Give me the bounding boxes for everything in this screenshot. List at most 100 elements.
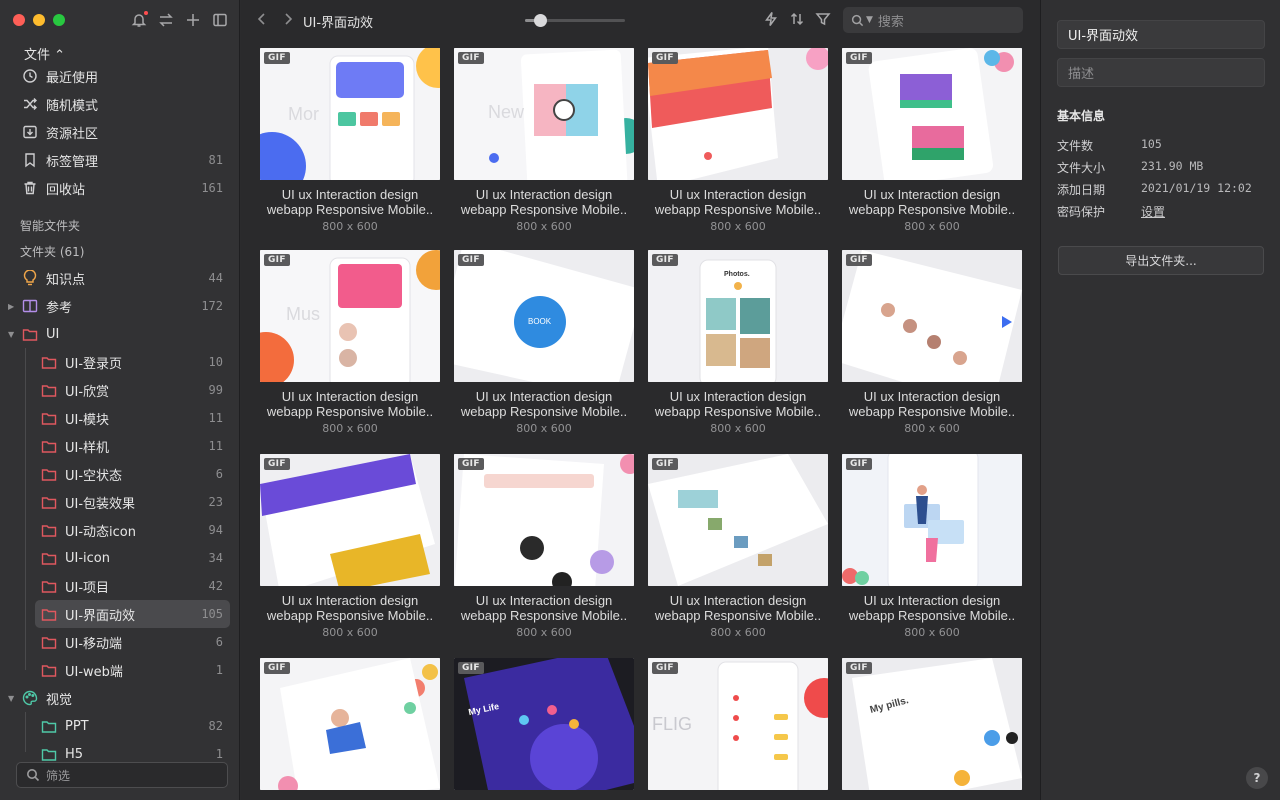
asset-card[interactable]: GIF UI ux Interaction design webapp Respon…	[648, 48, 828, 233]
asset-card[interactable]: GIF UI ux Interaction design webapp Respon…	[260, 454, 440, 639]
bell-icon[interactable]	[130, 11, 148, 29]
folder-ui-欣赏[interactable]: UI-欣赏 99	[35, 376, 230, 404]
folder-ui-模块[interactable]: UI-模块 11	[35, 404, 230, 432]
asset-card[interactable]: Mus GIF UI ux Interaction design webapp Res…	[260, 250, 440, 435]
asset-thumbnail[interactable]: My pills. GIF	[842, 658, 1022, 790]
asset-thumbnail[interactable]: GIF	[842, 250, 1022, 382]
library-switcher[interactable]: 文件 ⌃	[24, 44, 65, 63]
add-icon[interactable]	[184, 11, 202, 29]
asset-thumbnail[interactable]: GIF	[648, 48, 828, 180]
asset-thumbnail[interactable]: Mus GIF	[260, 250, 440, 382]
folder-ui-移动端[interactable]: UI-移动端 6	[35, 628, 230, 656]
folder-icon	[41, 494, 57, 510]
minimize-window-button[interactable]	[33, 14, 45, 26]
chevron-down-icon[interactable]: ▼	[8, 330, 16, 339]
asset-card[interactable]: New GIF UI ux Interaction design webapp Res…	[454, 48, 634, 233]
chevron-down-icon[interactable]: ▼	[866, 15, 873, 25]
folder-ui-空状态[interactable]: UI-空状态 6	[35, 460, 230, 488]
chevron-right-icon[interactable]: ▶	[8, 302, 16, 311]
asset-thumbnail[interactable]: New GIF	[454, 48, 634, 180]
filter-funnel-icon[interactable]	[815, 11, 831, 27]
chevron-down-icon[interactable]: ▼	[8, 694, 16, 703]
sort-icon[interactable]	[789, 11, 805, 27]
folder-count: 23	[208, 495, 223, 509]
folder-ui-登录页[interactable]: UI-登录页 10	[35, 348, 230, 376]
asset-thumbnail[interactable]: BOOK GIF	[454, 250, 634, 382]
asset-thumbnail[interactable]: GIF	[260, 454, 440, 586]
folder-label: UI-移动端	[65, 636, 123, 652]
thumbnail-image: FLIG	[648, 658, 828, 790]
sync-icon[interactable]	[157, 11, 175, 29]
asset-thumbnail[interactable]: GIF	[454, 454, 634, 586]
sidebar-toggle-icon[interactable]	[211, 11, 229, 29]
sidebar-item-trash[interactable]: 回收站 161	[0, 174, 239, 202]
asset-thumbnail[interactable]: GIF	[842, 454, 1022, 586]
back-arrow-icon[interactable]	[255, 12, 269, 26]
asset-thumbnail[interactable]: GIF	[260, 658, 440, 790]
folder-知识点[interactable]: 知识点 44	[0, 264, 239, 292]
asset-thumbnail[interactable]: My Life GIF	[454, 658, 634, 790]
asset-title-line: webapp Responsive Mobile..	[848, 608, 1016, 623]
search-input[interactable]: 搜索	[878, 11, 904, 30]
folder-label: UI-欣赏	[65, 384, 110, 400]
folder-visual[interactable]: 视觉 ▼	[0, 684, 239, 712]
folder-参考[interactable]: 参考 172 ▶	[0, 292, 239, 320]
asset-card[interactable]: GIF UI ux Interaction design webapp Respon…	[842, 250, 1022, 435]
folder-ui[interactable]: UI ▼	[0, 320, 239, 348]
asset-card[interactable]: GIF	[260, 658, 440, 800]
folder-ui-icon[interactable]: UI-icon 34	[35, 544, 230, 572]
asset-card[interactable]: GIF UI ux Interaction design webapp Respon…	[454, 454, 634, 639]
history-nav	[255, 12, 295, 26]
asset-card[interactable]: GIF UI ux Interaction design webapp Respon…	[842, 454, 1022, 639]
sidebar-item-shuffle[interactable]: 随机模式	[0, 90, 239, 118]
folder-ui-包装效果[interactable]: UI-包装效果 23	[35, 488, 230, 516]
folders-title[interactable]: 文件夹 (61)	[0, 238, 239, 264]
asset-card[interactable]: FLIG GIF	[648, 658, 828, 800]
sidebar-item-clock[interactable]: 最近使用	[0, 62, 239, 90]
export-folder-button[interactable]: 导出文件夹...	[1058, 246, 1264, 275]
lightning-icon[interactable]	[763, 11, 779, 27]
zoom-slider[interactable]	[525, 14, 625, 27]
search-box[interactable]: ▼ 搜索	[843, 7, 1023, 33]
thumbnail-image	[648, 454, 828, 586]
folder-ui-项目[interactable]: UI-项目 42	[35, 572, 230, 600]
asset-thumbnail[interactable]: GIF	[842, 48, 1022, 180]
forward-arrow-icon[interactable]	[281, 12, 295, 26]
smart-folders-title[interactable]: 智能文件夹	[0, 212, 239, 238]
folder-ui-动态icon[interactable]: UI-动态icon 94	[35, 516, 230, 544]
set-password-link[interactable]: 设置	[1141, 203, 1165, 220]
asset-card[interactable]: BOOK GIF UI ux Interaction design webapp Re…	[454, 250, 634, 435]
help-button[interactable]: ?	[1246, 767, 1268, 789]
description-field[interactable]: 描述	[1057, 58, 1265, 87]
sidebar-item-bookmark[interactable]: 标签管理 81	[0, 146, 239, 174]
asset-thumbnail[interactable]: Mor GIF	[260, 48, 440, 180]
zoom-window-button[interactable]	[53, 14, 65, 26]
thumbnail-image	[842, 48, 1022, 180]
asset-title-line: UI ux Interaction design	[475, 593, 613, 608]
gif-badge: GIF	[846, 662, 872, 674]
asset-thumbnail[interactable]: GIF	[648, 454, 828, 586]
asset-thumbnail[interactable]: FLIG GIF	[648, 658, 828, 790]
folder-ui-web端[interactable]: UI-web端 1	[35, 656, 230, 684]
filter-input[interactable]: 筛选	[46, 767, 70, 784]
lightbulb-icon	[22, 269, 38, 286]
asset-card[interactable]: Photos. GIF UI ux Interaction design webapp…	[648, 250, 828, 435]
sidebar-item-label: 最近使用	[46, 70, 99, 86]
zoom-slider-knob[interactable]	[534, 14, 547, 27]
asset-title-line: UI ux Interaction design	[475, 187, 613, 202]
asset-card[interactable]: My pills. GIF	[842, 658, 1022, 800]
folder-ui-界面动效[interactable]: UI-界面动效 105	[35, 600, 230, 628]
asset-dimensions: 800 x 600	[322, 422, 378, 435]
sidebar-filter[interactable]: 筛选	[16, 762, 228, 788]
asset-card[interactable]: Mor GIF UI ux Interaction design webapp Res…	[260, 48, 440, 233]
asset-title-line: UI ux Interaction design	[475, 389, 613, 404]
folder-ppt[interactable]: PPT 82	[35, 712, 230, 740]
asset-card[interactable]: GIF UI ux Interaction design webapp Respon…	[842, 48, 1022, 233]
close-window-button[interactable]	[13, 14, 25, 26]
folder-name-field[interactable]: UI-界面动效	[1057, 20, 1265, 49]
asset-thumbnail[interactable]: Photos. GIF	[648, 250, 828, 382]
folder-ui-样机[interactable]: UI-样机 11	[35, 432, 230, 460]
sidebar-item-download-box[interactable]: 资源社区	[0, 118, 239, 146]
asset-card[interactable]: GIF UI ux Interaction design webapp Respon…	[648, 454, 828, 639]
asset-card[interactable]: My Life GIF	[454, 658, 634, 800]
